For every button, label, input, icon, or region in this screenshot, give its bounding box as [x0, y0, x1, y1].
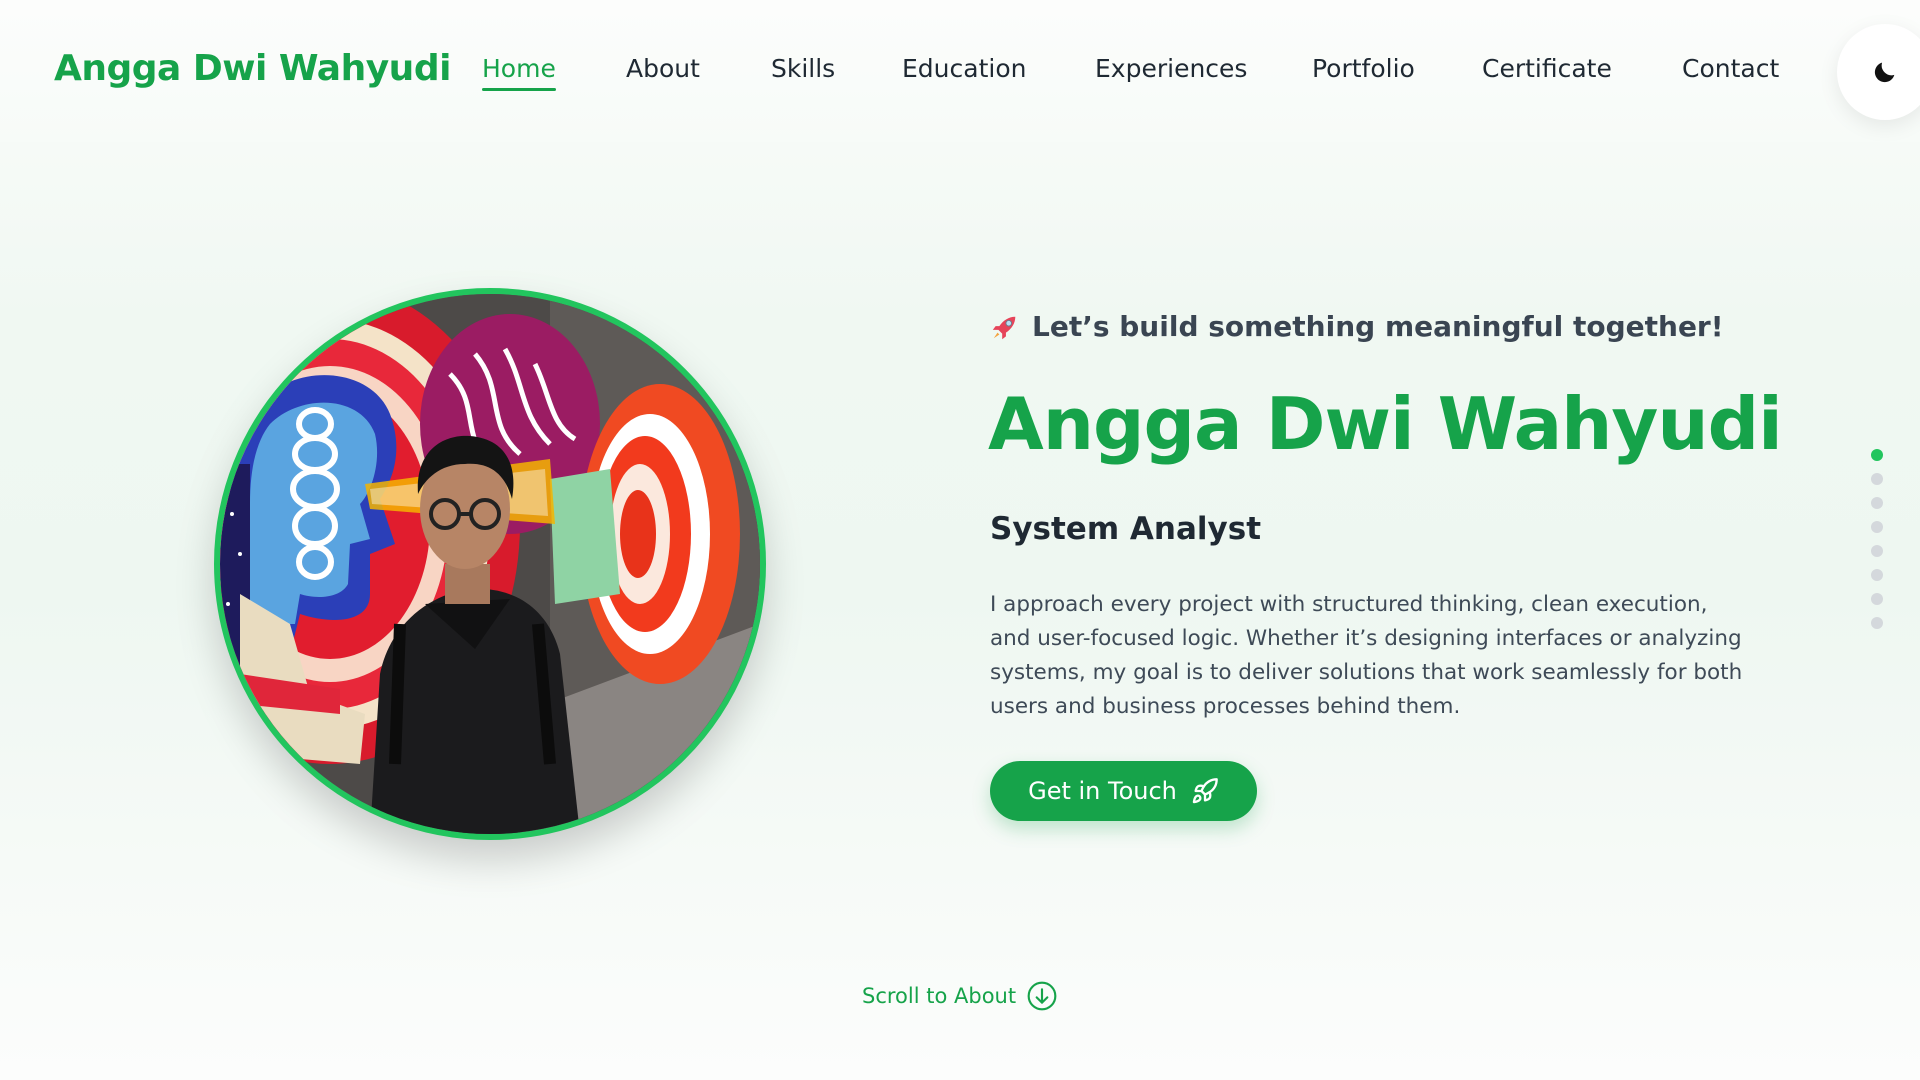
- section-dot-education[interactable]: [1871, 521, 1883, 533]
- section-dot-contact[interactable]: [1871, 617, 1883, 629]
- section-dot-skills[interactable]: [1871, 497, 1883, 509]
- rocket-icon: [992, 316, 1016, 339]
- nav-education[interactable]: Education: [902, 54, 1026, 91]
- page: Angga Dwi Wahyudi Home About Skills Educ…: [0, 0, 1920, 1080]
- site-header: Angga Dwi Wahyudi Home About Skills Educ…: [0, 0, 1920, 142]
- profile-photo: [214, 288, 766, 840]
- nav-portfolio[interactable]: Portfolio: [1312, 54, 1415, 91]
- brand-logo[interactable]: Angga Dwi Wahyudi: [54, 48, 451, 89]
- section-dot-experiences[interactable]: [1871, 545, 1883, 557]
- profile-photo-illustration: [220, 294, 760, 834]
- nav-skills[interactable]: Skills: [771, 54, 835, 91]
- section-dot-portfolio[interactable]: [1871, 569, 1883, 581]
- hero-tagline-text: Let’s build something meaningful togethe…: [1032, 310, 1724, 343]
- hero-description: I approach every project with structured…: [990, 592, 1743, 719]
- hero-tagline: Let’s build something meaningful togethe…: [990, 310, 1724, 343]
- nav-home[interactable]: Home: [482, 54, 556, 91]
- nav-experiences[interactable]: Experiences: [1095, 54, 1247, 91]
- section-dot-home[interactable]: [1871, 449, 1883, 461]
- hero-name: Angga Dwi Wahyudi: [988, 382, 1783, 466]
- get-in-touch-label: Get in Touch: [1028, 777, 1177, 805]
- get-in-touch-button[interactable]: Get in Touch: [990, 761, 1257, 821]
- moon-icon: [1874, 62, 1895, 83]
- scroll-to-about-link[interactable]: Scroll to About: [862, 980, 1058, 1012]
- nav-about[interactable]: About: [626, 54, 700, 91]
- section-dot-about[interactable]: [1871, 473, 1883, 485]
- scroll-to-about-label: Scroll to About: [862, 984, 1017, 1008]
- nav-contact[interactable]: Contact: [1682, 54, 1779, 91]
- theme-toggle-button[interactable]: [1837, 24, 1920, 120]
- section-dot-certificate[interactable]: [1871, 593, 1883, 605]
- hero-role: System Analyst: [990, 511, 1262, 547]
- nav-certificate[interactable]: Certificate: [1482, 54, 1612, 91]
- rocket-icon: [1192, 778, 1218, 804]
- arrow-down-circle-icon: [1027, 981, 1057, 1011]
